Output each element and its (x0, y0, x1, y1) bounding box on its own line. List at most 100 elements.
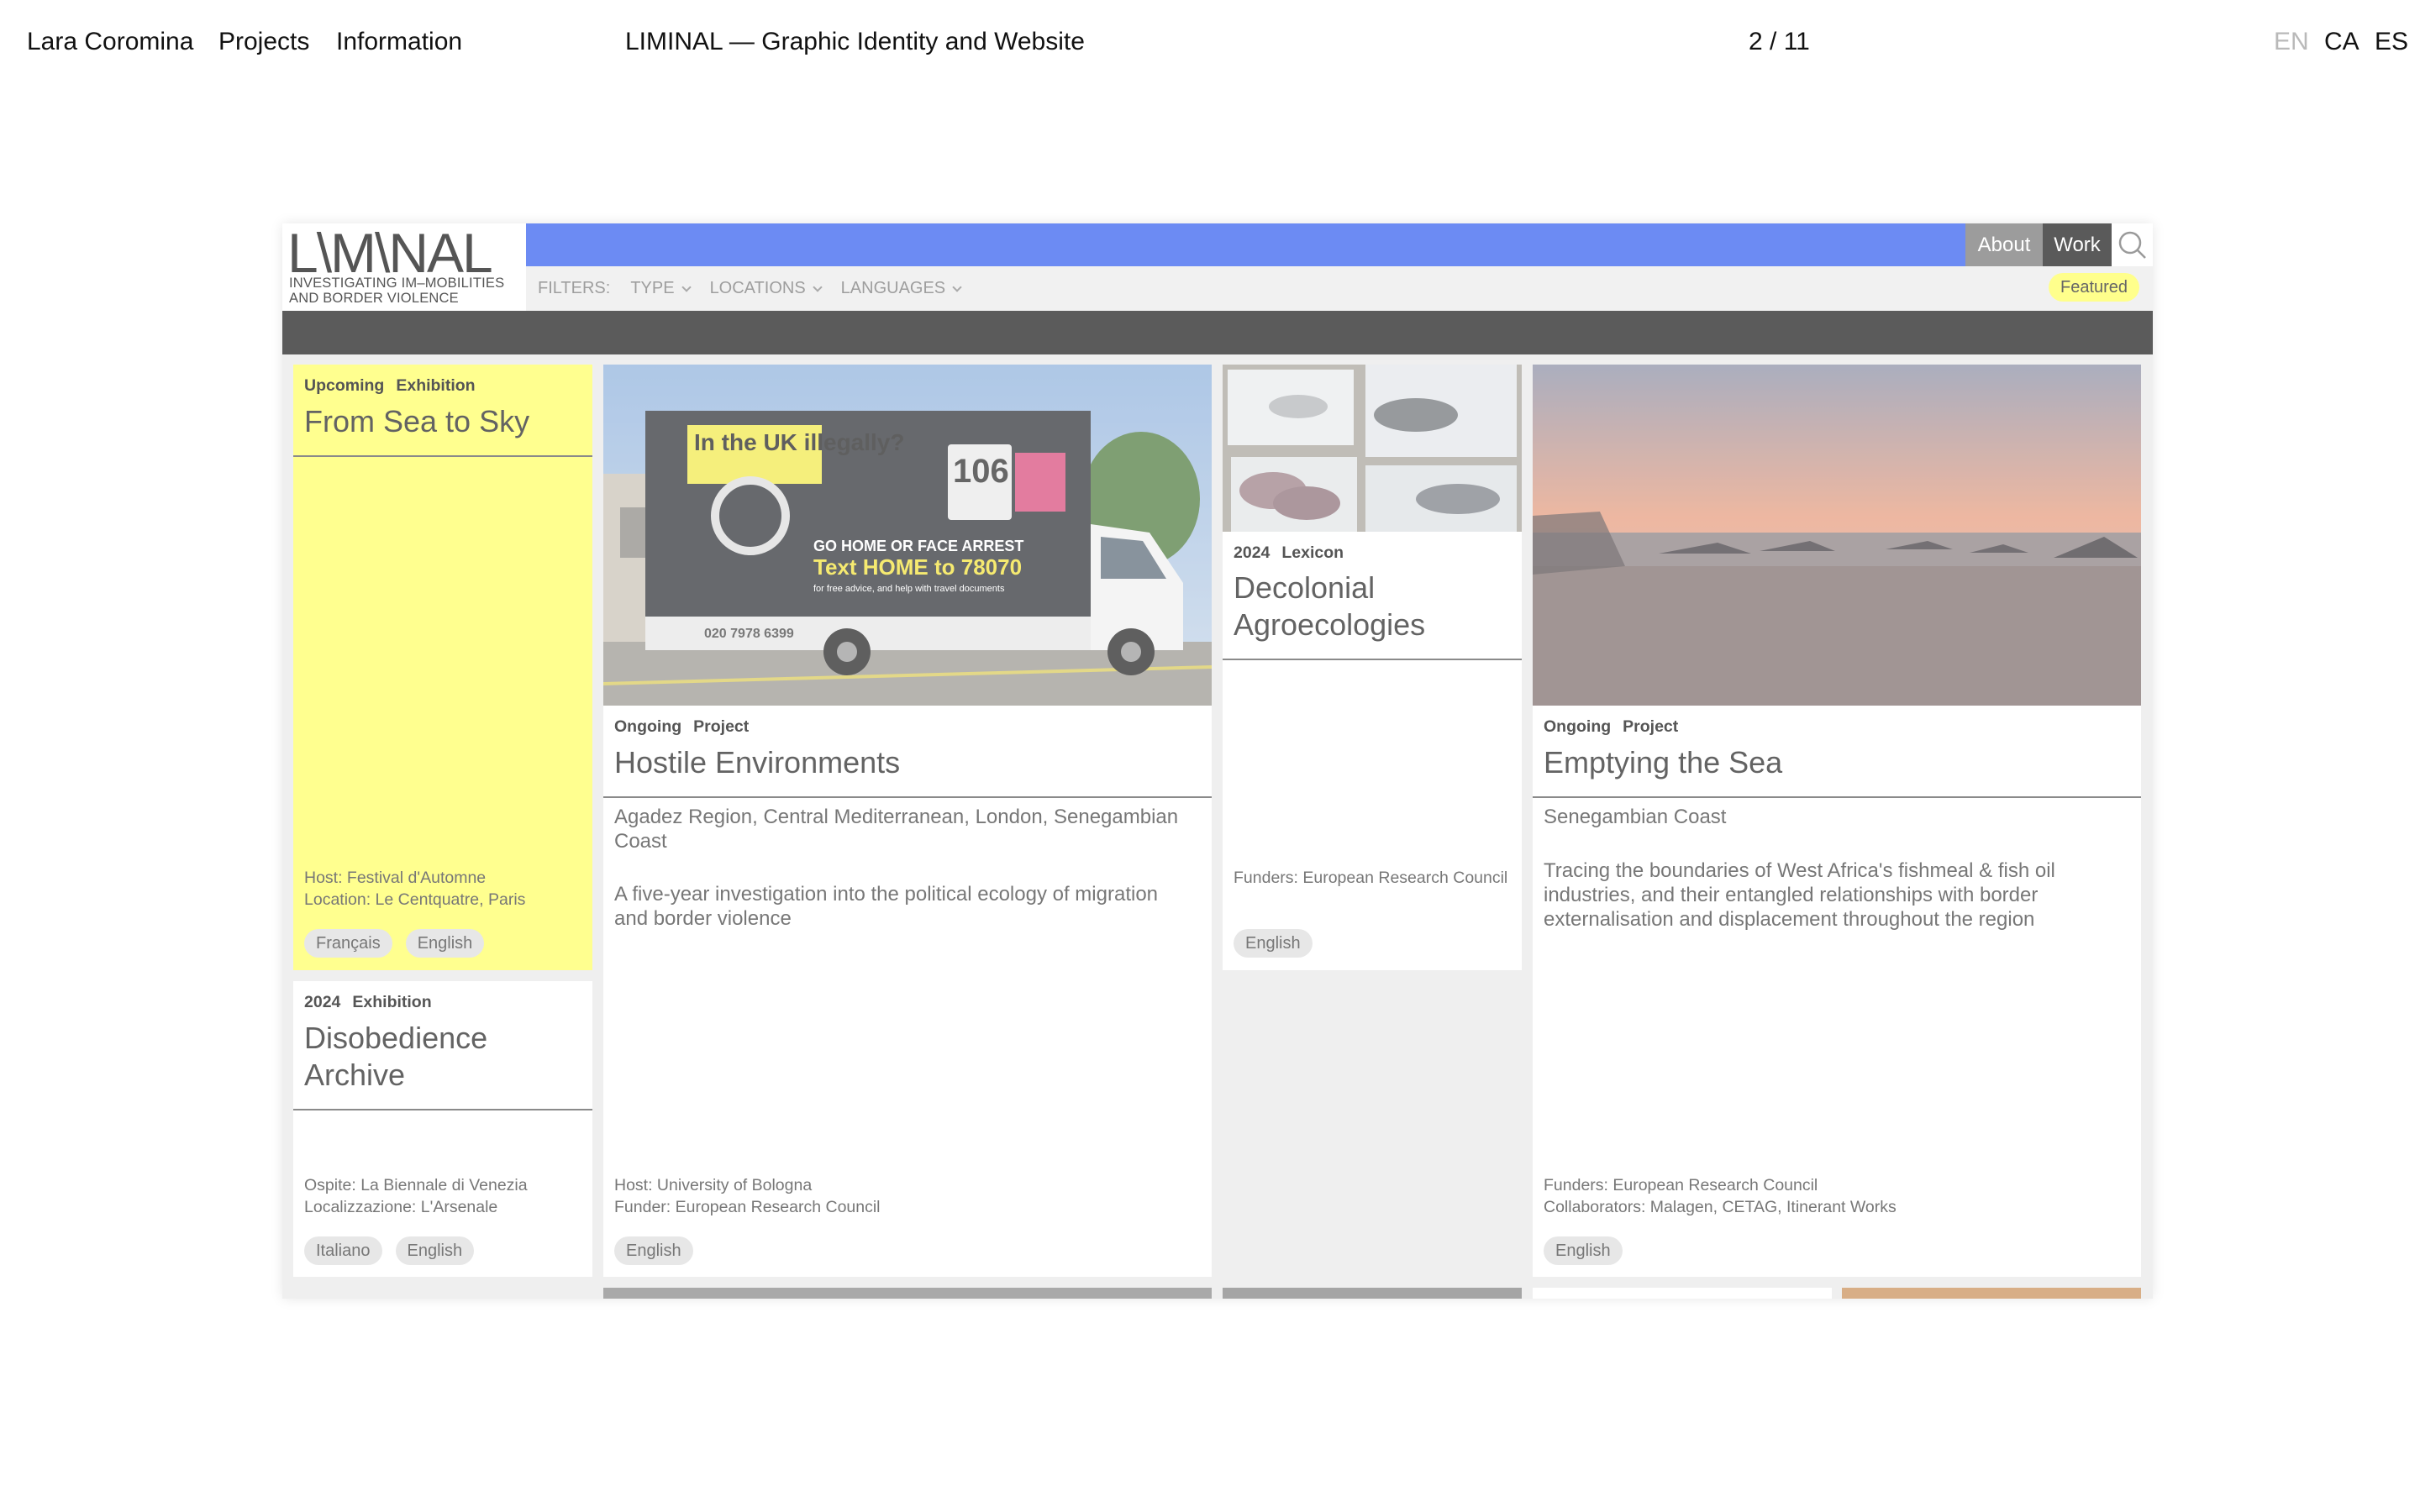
filter-bar: FILTERS: TYPE LOCATIONS LANGUAGES (526, 266, 962, 311)
card-funders: Funders: European Research Council (1544, 1176, 1818, 1194)
logo-subtitle: INVESTIGATING IM–MOBILITIES AND BORDER V… (289, 276, 505, 306)
card-languages: Italiano English (304, 1236, 475, 1265)
card-funder: Funder: European Research Council (614, 1198, 881, 1216)
card-location: Location: Le Centquatre, Paris (304, 890, 526, 909)
card-meta: Host: Festival d'Automne Location: Le Ce… (304, 867, 581, 911)
card-meta: Funders: European Research Council (1234, 867, 1511, 889)
next-row-card (1842, 1288, 2141, 1299)
chevron-down-icon (812, 281, 823, 292)
card-title: Emptying the Sea (1544, 745, 1783, 780)
card-tag: Ongoing Project (614, 717, 749, 737)
card-collaborators: Collaborators: Malagen, CETAG, Itinerant… (1544, 1198, 1897, 1216)
card-disobedience-archive[interactable]: 2024 Exhibition Disobedience Archive Ospi… (293, 981, 592, 1277)
filter-type-label: TYPE (630, 279, 675, 297)
card-title: Decolonial Agroecologies (1234, 570, 1426, 642)
card-languages: Français English (304, 929, 485, 958)
van-headline: In the UK illegally? (694, 429, 904, 455)
project-title: LIMINAL — Graphic Identity and Website (625, 28, 1085, 55)
van-cta-line-1: GO HOME OR FACE ARREST (813, 538, 1023, 554)
card-image-fish-crates (1223, 365, 1522, 532)
site-header: L\M\NAL INVESTIGATING IM–MOBILITIES AND … (282, 223, 2153, 311)
card-host: Host: University of Bologna (614, 1176, 813, 1194)
card-divider (1533, 796, 2141, 798)
card-image-shore (1533, 365, 2141, 706)
card-locations: Senegambian Coast (1544, 806, 1727, 828)
card-description: Tracing the boundaries of West Africa's … (1544, 859, 2055, 931)
card-description: A five-year investigation into the polit… (614, 883, 1159, 930)
portfolio-header: Lara Coromina Projects Information LIMIN… (0, 0, 2420, 84)
card-host: Host: Festival d'Automne (304, 869, 487, 887)
filter-languages-label: LANGUAGES (840, 279, 946, 297)
card-funders: Funders: European Research Council (1234, 869, 1508, 887)
card-tag: Upcoming Exhibition (304, 376, 476, 396)
language-pill[interactable]: English (614, 1236, 693, 1265)
card-title: Disobedience Archive (304, 1021, 488, 1092)
card-status: Upcoming (304, 376, 385, 395)
card-meta: Funders: European Research Council Colla… (1544, 1174, 2130, 1218)
chevron-down-icon (952, 281, 962, 292)
language-en[interactable]: EN (2274, 27, 2309, 57)
card-host: Ospite: La Biennale di Venezia (304, 1176, 528, 1194)
nav-work-button[interactable]: Work (2043, 223, 2112, 266)
filter-locations-label: LOCATIONS (709, 279, 806, 297)
card-tag: 2024 Exhibition (304, 993, 432, 1012)
header-color-bar (526, 223, 1965, 266)
card-type: Exhibition (352, 993, 432, 1011)
card-languages: English (614, 1236, 693, 1265)
nav-information-link[interactable]: Information (336, 27, 462, 57)
logo-wordmark: L\M\NAL (287, 223, 493, 284)
next-row-card (603, 1288, 1212, 1299)
card-type: Project (1623, 717, 1679, 736)
card-divider (293, 455, 592, 457)
next-row-card (1533, 1288, 1832, 1299)
language-pill[interactable]: English (405, 929, 485, 958)
next-row-card (1223, 1288, 1522, 1299)
card-languages: English (1234, 929, 1313, 958)
site-name-link[interactable]: Lara Coromina (27, 27, 193, 57)
card-type: Exhibition (396, 376, 476, 395)
featured-toggle[interactable]: Featured (2049, 273, 2140, 302)
language-pill[interactable]: Français (304, 929, 392, 958)
card-title: From Sea to Sky (304, 404, 530, 438)
language-ca[interactable]: CA (2324, 27, 2360, 57)
filter-languages[interactable]: LANGUAGES (840, 279, 962, 298)
language-pill[interactable]: Italiano (304, 1236, 382, 1265)
card-divider (603, 796, 1212, 798)
language-es[interactable]: ES (2375, 27, 2408, 57)
card-type: Project (693, 717, 750, 736)
slide-counter: 2 / 11 (1749, 28, 1810, 55)
card-languages: English (1544, 1236, 1623, 1265)
card-type: Lexicon (1281, 543, 1344, 562)
card-year: 2024 (304, 993, 341, 1011)
card-title: Hostile Environments (614, 745, 901, 780)
chevron-down-icon (681, 281, 692, 292)
filters-label: FILTERS: (538, 279, 611, 297)
language-pill[interactable]: English (1234, 929, 1313, 958)
card-divider (1223, 659, 1522, 660)
language-pill[interactable]: English (395, 1236, 475, 1265)
nav-projects-link[interactable]: Projects (218, 27, 309, 57)
card-location: Localizzazione: L'Arsenale (304, 1198, 498, 1216)
card-status: Ongoing (1544, 717, 1612, 736)
language-pill[interactable]: English (1544, 1236, 1623, 1265)
search-icon (2118, 231, 2146, 259)
card-meta: Host: University of Bologna Funder: Euro… (614, 1174, 1201, 1218)
card-status: Ongoing (614, 717, 682, 736)
card-decolonial-agroecologies[interactable]: 2024 Lexicon Decolonial Agroecologies Fun… (1223, 365, 1522, 970)
card-tag: 2024 Lexicon (1234, 543, 1344, 563)
card-meta: Ospite: La Biennale di Venezia Localizza… (304, 1174, 581, 1218)
nav-about-button[interactable]: About (1965, 223, 2043, 266)
card-hostile-environments[interactable]: In the UK illegally? 106 GO HOME OR FACE… (603, 365, 1212, 1277)
card-from-sea-to-sky[interactable]: Upcoming Exhibition From Sea to Sky Host:… (293, 365, 592, 970)
van-arrests-number: 106 (953, 453, 1009, 490)
filter-type[interactable]: TYPE (630, 279, 692, 298)
liminal-logo[interactable]: L\M\NAL INVESTIGATING IM–MOBILITIES AND … (282, 223, 526, 311)
van-phone: 020 7978 6399 (704, 627, 794, 641)
website-screenshot: L\M\NAL INVESTIGATING IM–MOBILITIES AND … (282, 223, 2153, 1299)
card-year: 2024 (1234, 543, 1270, 562)
search-button[interactable] (2112, 223, 2153, 266)
card-emptying-the-sea[interactable]: Ongoing Project Emptying the Sea Senegamb… (1533, 365, 2141, 1277)
filter-locations[interactable]: LOCATIONS (709, 279, 823, 298)
van-cta-line-2: Text HOME to 78070 (813, 554, 1022, 580)
card-divider (293, 1109, 592, 1110)
